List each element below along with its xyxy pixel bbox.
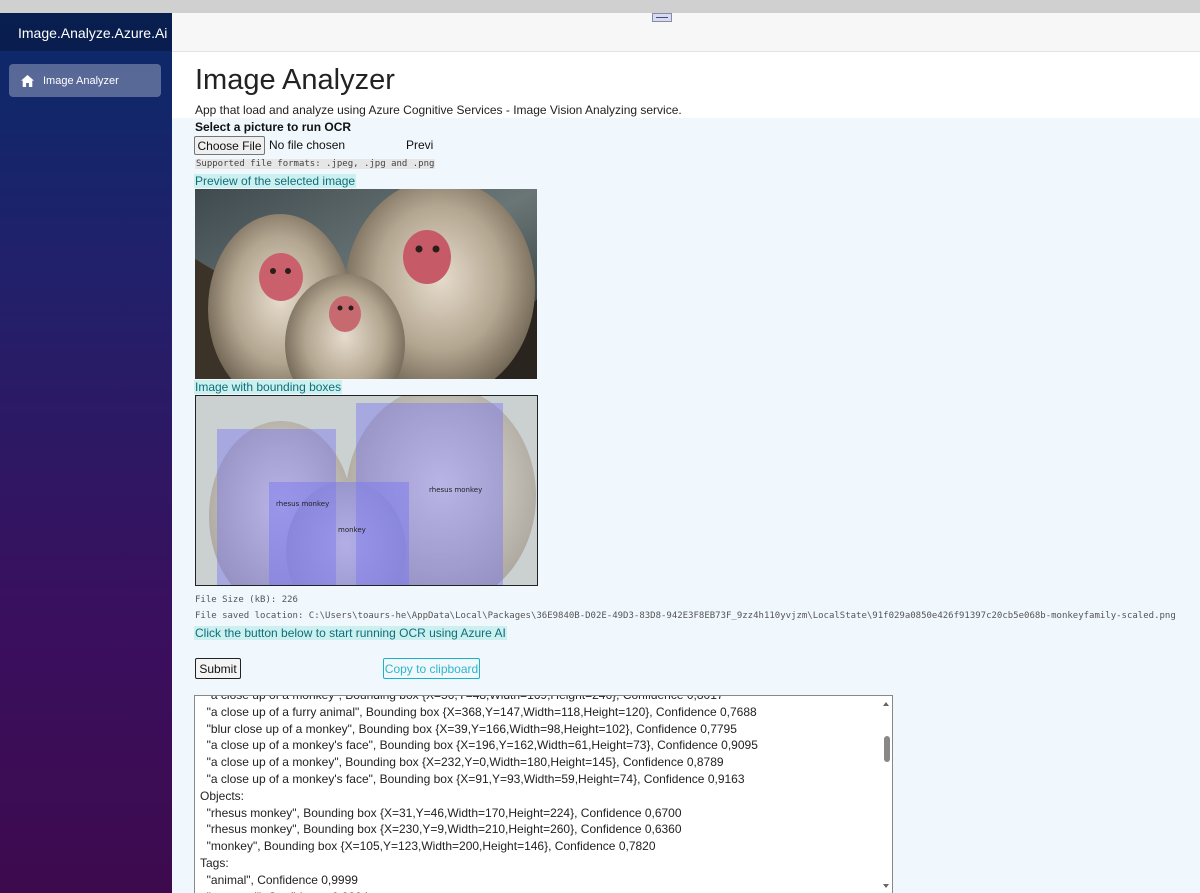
output-line: "a close up of a monkey's face", Boundin… bbox=[200, 771, 745, 786]
scroll-up-arrow[interactable] bbox=[883, 702, 889, 706]
app-brand[interactable]: Image.Analyze.Azure.Ai bbox=[0, 13, 172, 51]
page-subtitle: App that load and analyze using Azure Co… bbox=[195, 103, 682, 117]
output-line: "blur close up of a monkey", Bounding bo… bbox=[200, 721, 737, 736]
no-file-text: No file chosen bbox=[269, 138, 346, 152]
scroll-down-arrow[interactable] bbox=[883, 884, 889, 888]
output-line: "rhesus monkey", Bounding box {X=31,Y=46… bbox=[200, 805, 682, 820]
preview-truncated-text: Previ bbox=[406, 138, 434, 152]
output-line: Objects: bbox=[200, 788, 245, 803]
menu-toggle-button[interactable] bbox=[652, 13, 672, 22]
submit-button[interactable]: Submit bbox=[195, 658, 241, 679]
preview-image bbox=[195, 189, 537, 379]
scrollbar-thumb[interactable] bbox=[884, 736, 890, 762]
bbox-tag: rhesus monkey bbox=[276, 500, 329, 508]
ocr-output-textarea[interactable]: "a close up of a monkey", Bounding box {… bbox=[194, 695, 893, 893]
home-icon bbox=[21, 74, 34, 87]
copy-to-clipboard-button[interactable]: Copy to clipboard bbox=[383, 658, 480, 679]
output-line: "a close up of a monkey", Bounding box {… bbox=[200, 755, 724, 770]
choose-file-button[interactable]: Choose File bbox=[194, 136, 265, 155]
output-line: "a close up of a monkey's face", Boundin… bbox=[200, 738, 758, 753]
bbox-image-label: Image with bounding boxes bbox=[194, 380, 343, 394]
main-area: Image Analyzer App that load and analyze… bbox=[172, 13, 1200, 893]
output-line: "monkey", Bounding box {X=105,Y=123,Widt… bbox=[200, 839, 656, 854]
sidebar-item-image-analyzer[interactable]: Image Analyzer bbox=[9, 64, 161, 97]
top-bar bbox=[172, 13, 1200, 52]
file-saved-location: File saved location: C:\Users\toaurs-he\… bbox=[195, 611, 1176, 621]
sidebar-item-label: Image Analyzer bbox=[43, 74, 119, 87]
file-size-text: File Size (kB): 226 bbox=[195, 595, 298, 605]
page-title: Image Analyzer bbox=[195, 64, 395, 96]
ocr-output-lines: "a close up of a monkey", Bounding box {… bbox=[200, 695, 758, 893]
output-line: "animal", Confidence 0,9999 bbox=[200, 872, 358, 887]
output-line: Tags: bbox=[200, 855, 229, 870]
output-line: "rhesus monkey", Bounding box {X=230,Y=9… bbox=[200, 822, 682, 837]
window-top-strip bbox=[0, 0, 1200, 13]
output-line: "mammal", Confidence 0,9994 bbox=[200, 889, 758, 893]
bbox-tag: monkey bbox=[338, 526, 366, 534]
page-content: Image Analyzer App that load and analyze… bbox=[172, 53, 1200, 893]
bbox-image: rhesus monkey rhesus monkey monkey bbox=[195, 395, 538, 586]
output-line: "a close up of a furry animal", Bounding… bbox=[200, 704, 757, 719]
preview-label: Preview of the selected image bbox=[194, 174, 357, 188]
menu-icon bbox=[656, 17, 668, 18]
supported-formats-note: Supported file formats: .jpeg, .jpg and … bbox=[195, 159, 436, 169]
bbox-tag: rhesus monkey bbox=[429, 486, 482, 494]
output-line: "a close up of a monkey", Bounding box {… bbox=[200, 695, 724, 702]
sidebar: Image.Analyze.Azure.Ai Image Analyzer bbox=[0, 13, 172, 893]
analyzer-panel: Select a picture to run OCR Choose File … bbox=[172, 118, 1200, 893]
start-ocr-label: Click the button below to start running … bbox=[194, 626, 507, 640]
select-picture-label: Select a picture to run OCR bbox=[195, 120, 352, 134]
